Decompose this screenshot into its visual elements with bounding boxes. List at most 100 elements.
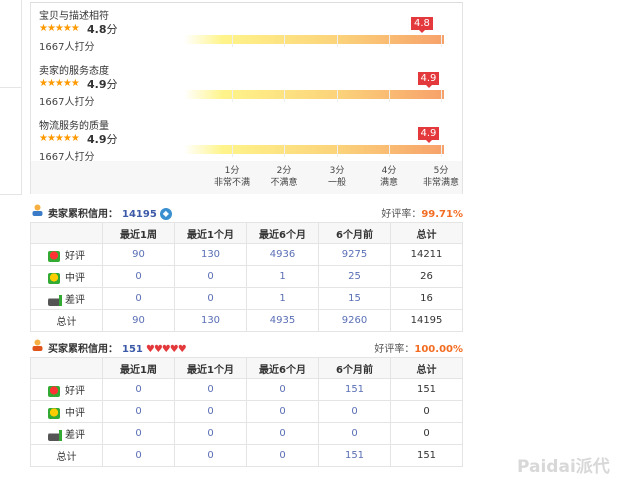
column-header: 总计 — [390, 222, 463, 244]
tick — [337, 145, 338, 157]
row-label-text: 好评 — [65, 386, 85, 397]
column-header: 6个月前 — [318, 357, 391, 379]
row-label-text: 中评 — [65, 273, 85, 284]
good-review-icon — [48, 250, 60, 262]
buyer-good-rate: 好评率：100.00% — [374, 340, 463, 355]
table-cell[interactable]: 1 — [246, 265, 319, 288]
score-value: 4.9 — [87, 78, 107, 91]
rating-count: 1667人打分 — [39, 97, 95, 108]
column-header: 最近1个月 — [174, 222, 247, 244]
tick — [389, 90, 390, 102]
table-cell[interactable]: 90 — [102, 309, 175, 332]
row-label-text: 好评 — [65, 251, 85, 262]
tick — [232, 35, 233, 47]
rate-label: 好评率： — [381, 209, 422, 220]
rate-value: 100.00% — [414, 344, 463, 355]
column-header: 最近6个月 — [246, 222, 319, 244]
table-cell: 0 — [246, 378, 319, 401]
table-cell[interactable]: 151 — [318, 378, 391, 401]
axis-text: 非常不满 — [213, 178, 250, 188]
table-cell[interactable]: 4935 — [246, 309, 319, 332]
tick — [389, 35, 390, 47]
table-cell: 0 — [174, 287, 247, 310]
tick — [232, 90, 233, 102]
tick — [284, 145, 285, 157]
buyer-credit-value: 151 — [122, 344, 143, 355]
rating-score: 4.9分 — [87, 76, 118, 92]
axis-text: 不满意 — [270, 178, 298, 188]
table-cell[interactable]: 90 — [102, 243, 175, 266]
table-cell: 16 — [390, 287, 463, 310]
tick — [284, 90, 285, 102]
rating-score: 4.9分 — [87, 131, 118, 147]
table-cell: 0 — [174, 422, 247, 445]
column-header: 最近1周 — [102, 222, 175, 244]
rate-label: 好评率： — [374, 344, 415, 355]
tick — [389, 145, 390, 157]
seller-credit-value: 14195 — [122, 209, 157, 220]
column-header: 总计 — [390, 357, 463, 379]
star-rating-icon: ★★★★★ — [39, 78, 80, 89]
row-label-text: 总计 — [56, 317, 77, 328]
rating-row: 宝贝与描述相符 ★★★★★ 4.8分 1667人打分 4.8 — [39, 7, 459, 57]
rating-count: 1667人打分 — [39, 152, 95, 163]
good-review-icon — [48, 385, 60, 397]
rating-row: 物流服务的质量 ★★★★★ 4.9分 1667人打分 4.9 — [39, 117, 459, 167]
neutral-review-icon — [48, 272, 60, 284]
user-icon — [32, 204, 43, 216]
table-cell[interactable]: 25 — [318, 265, 391, 288]
rating-bar — [184, 145, 444, 154]
row-label: 差评 — [30, 287, 103, 310]
table-row: 中评 0 0 1 25 26 — [30, 265, 463, 288]
watermark: Paidai派代 — [517, 457, 610, 477]
table-cell[interactable]: 1 — [246, 287, 319, 310]
table-cell[interactable]: 15 — [318, 287, 391, 310]
table-cell[interactable]: 9260 — [318, 309, 391, 332]
table-cell: 0 — [102, 400, 175, 423]
crown-medal-icon: ◆ — [159, 208, 172, 220]
rating-row: 卖家的服务态度 ★★★★★ 4.9分 1667人打分 4.9 — [39, 62, 459, 112]
star-rating-icon: ★★★★★ — [39, 23, 80, 34]
score-unit: 分 — [106, 78, 118, 91]
table-cell: 0 — [102, 287, 175, 310]
rating-bar — [184, 35, 444, 44]
table-cell[interactable]: 130 — [174, 309, 247, 332]
row-label: 总计 — [30, 444, 103, 467]
score-unit: 分 — [106, 133, 118, 146]
column-header — [30, 222, 103, 244]
column-header: 最近6个月 — [246, 357, 319, 379]
table-cell: 14211 — [390, 243, 463, 266]
table-cell[interactable]: 4936 — [246, 243, 319, 266]
column-header: 6个月前 — [318, 222, 391, 244]
table-cell: 0 — [174, 265, 247, 288]
seller-credit-table: 最近1周 最近1个月 最近6个月 6个月前 总计 好评 90 130 4936 9275 14211… — [30, 222, 463, 332]
score-value: 4.9 — [87, 133, 107, 146]
table-cell: 0 — [174, 444, 247, 467]
row-label: 差评 — [30, 422, 103, 445]
seller-credit-label: 卖家累积信用： 14195 ◆ — [48, 205, 172, 220]
label-text: 买家累积信用： — [48, 344, 118, 355]
left-panel — [0, 0, 22, 195]
table-cell: 14195 — [390, 309, 463, 332]
neutral-review-icon — [48, 407, 60, 419]
tick — [441, 145, 442, 157]
tick — [441, 35, 442, 47]
axis-text: 一般 — [327, 178, 346, 188]
heart-level-icon: ♥♥♥♥♥ — [145, 344, 187, 355]
table-cell[interactable]: 9275 — [318, 243, 391, 266]
table-cell: 0 — [390, 422, 463, 445]
table-cell[interactable]: 130 — [174, 243, 247, 266]
table-cell: 0 — [246, 400, 319, 423]
table-row: 差评 0 0 1 15 16 — [30, 287, 463, 310]
seller-credit-header: 卖家累积信用： 14195 ◆ 好评率：99.71% — [30, 203, 463, 220]
column-header: 最近1周 — [102, 357, 175, 379]
star-rating-icon: ★★★★★ — [39, 133, 80, 144]
rating-score: 4.8分 — [87, 21, 118, 37]
table-cell[interactable]: 151 — [318, 444, 391, 467]
row-label-text: 总计 — [56, 452, 77, 463]
tick — [337, 90, 338, 102]
rating-title: 宝贝与描述相符 — [39, 11, 109, 22]
table-cell: 0 — [102, 422, 175, 445]
rating-count: 1667人打分 — [39, 42, 95, 53]
table-cell: 0 — [246, 444, 319, 467]
